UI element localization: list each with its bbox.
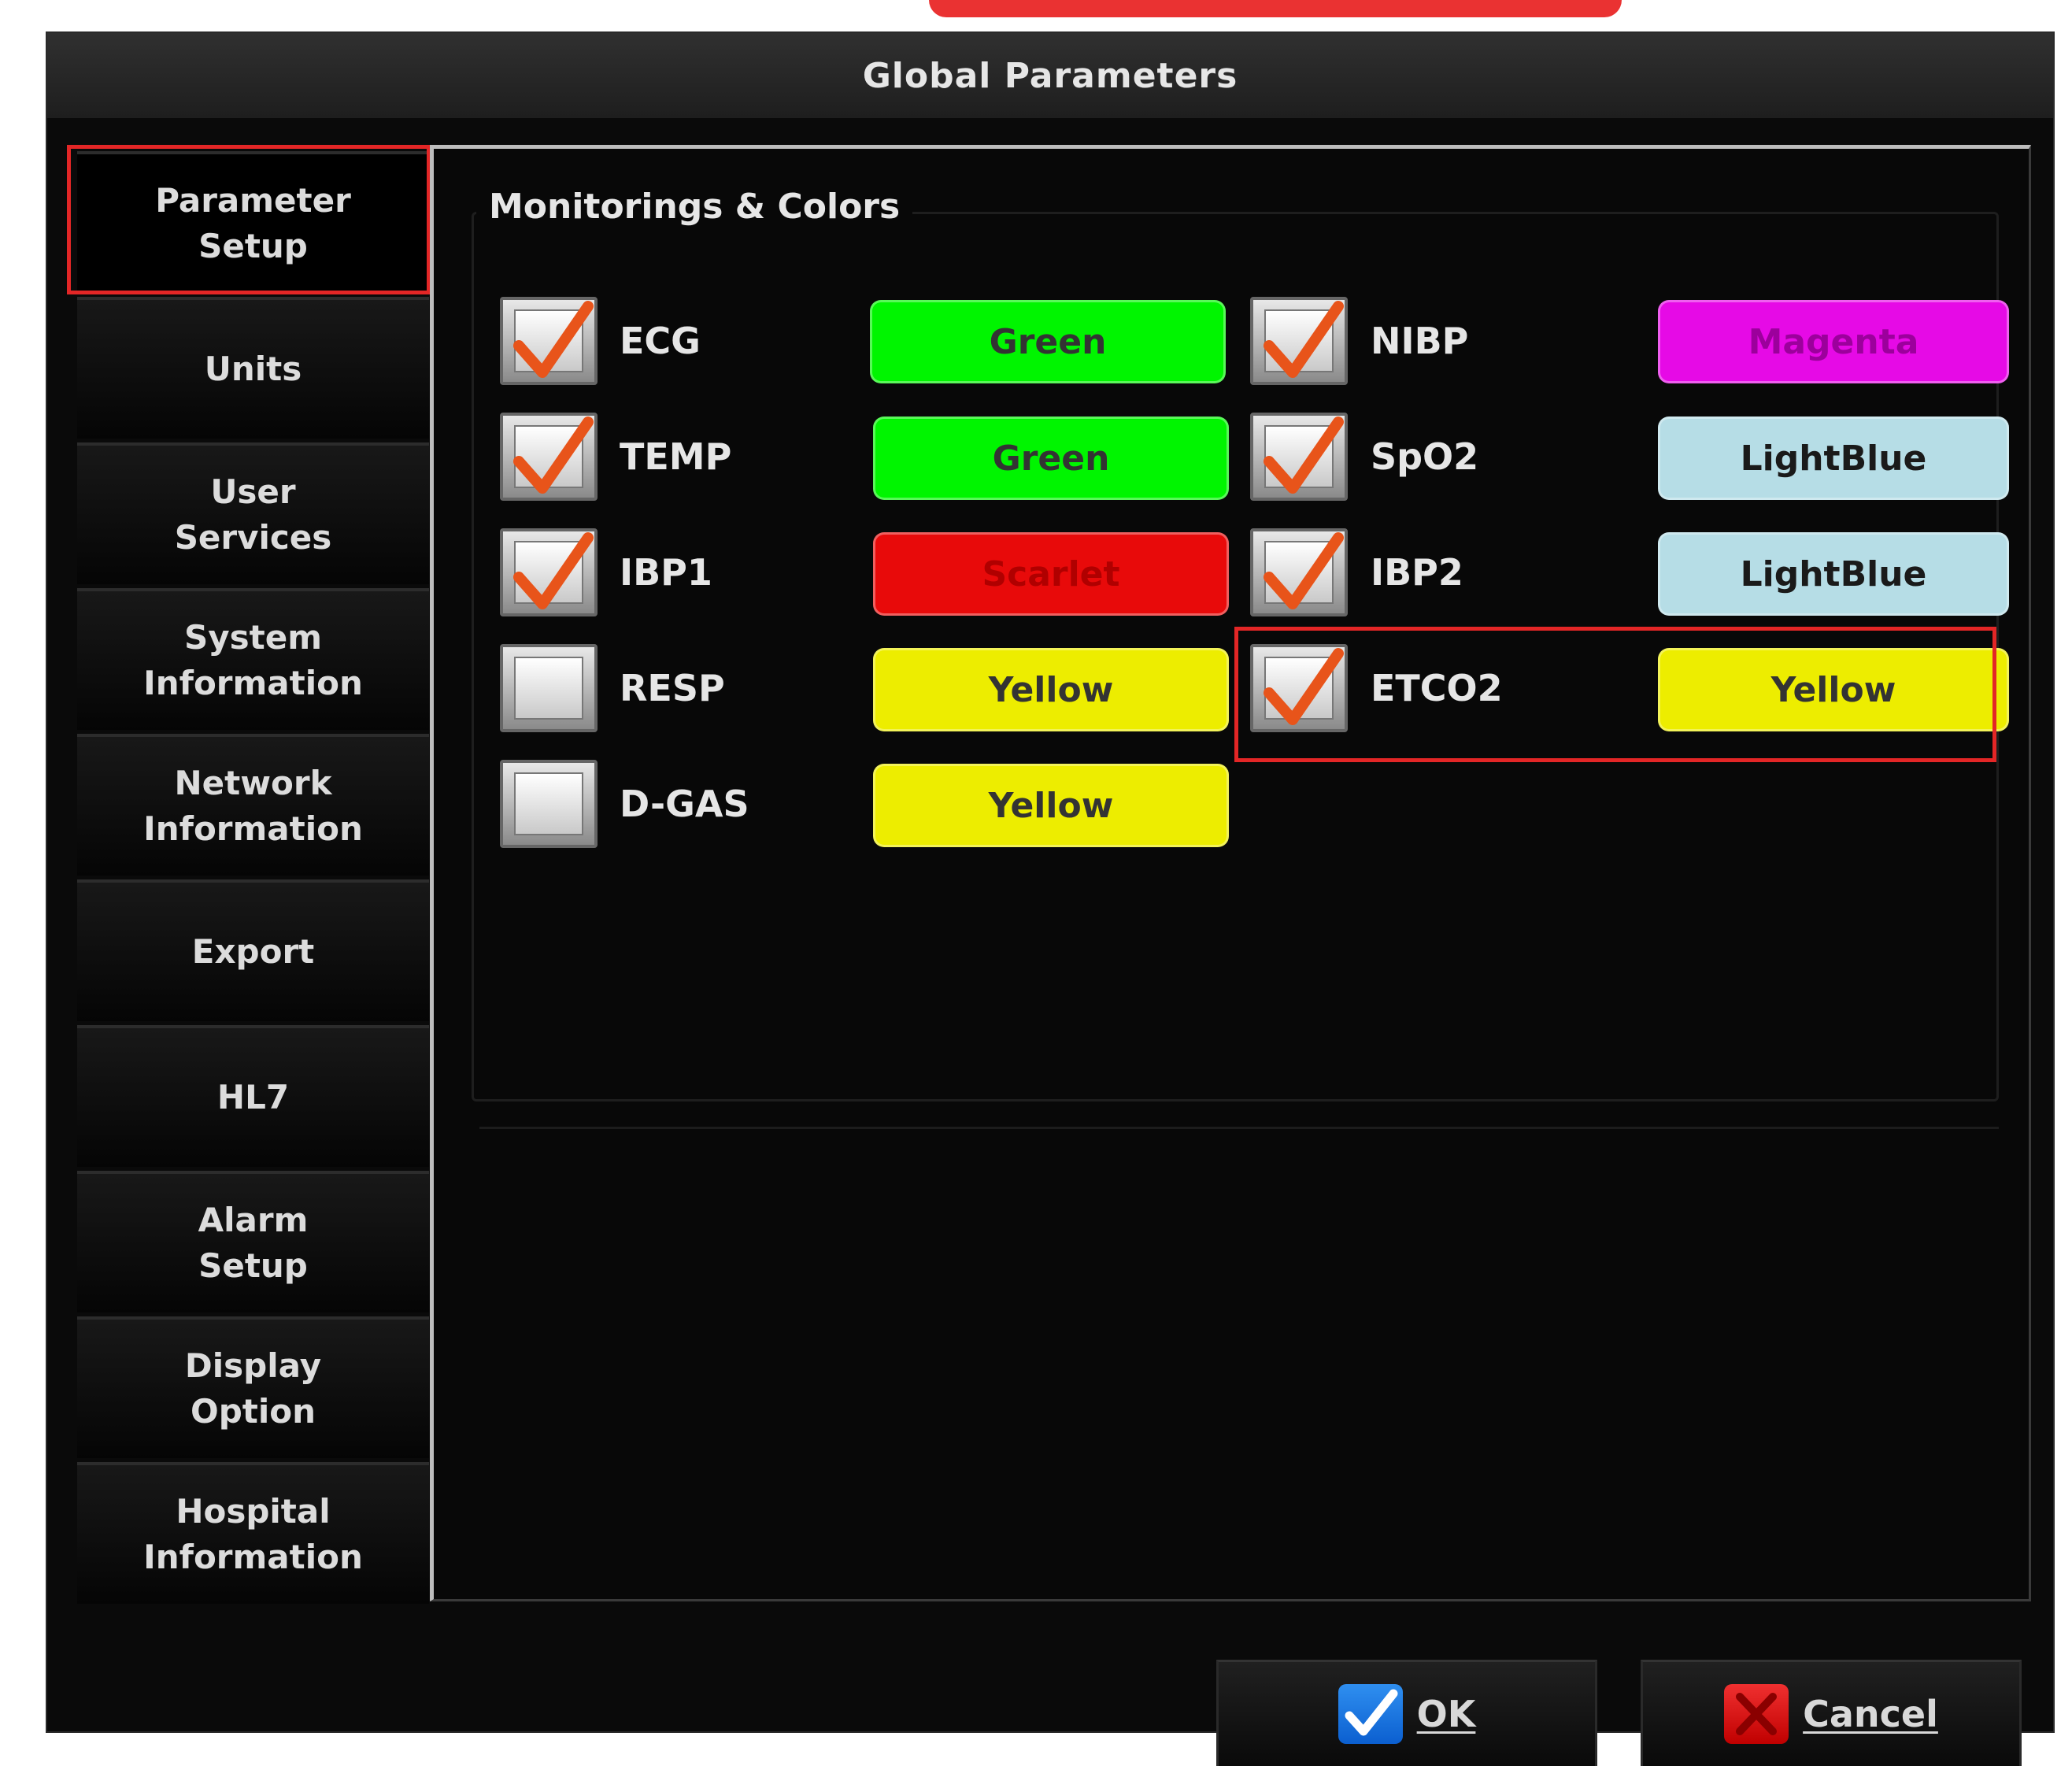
top-red-strip bbox=[929, 0, 1622, 17]
ok-label: OK bbox=[1416, 1693, 1476, 1735]
checkmark-icon bbox=[1264, 532, 1344, 609]
sidebar-item-units[interactable]: Units bbox=[77, 297, 429, 439]
checkmark-icon bbox=[1264, 648, 1344, 725]
sidebar-item-network-information[interactable]: Network Information bbox=[77, 734, 429, 876]
window-title: Global Parameters bbox=[47, 33, 2053, 118]
checkbox-ibp2[interactable] bbox=[1250, 528, 1348, 616]
sidebar-item-label: HL7 bbox=[216, 1078, 290, 1116]
param-label-ecg: ECG bbox=[620, 320, 701, 362]
sidebar-item-label: Parameter Setup bbox=[155, 181, 351, 265]
param-label-nibp: NIBP bbox=[1371, 320, 1469, 362]
param-label-ibp2: IBP2 bbox=[1371, 551, 1463, 594]
color-button-dgas[interactable]: Yellow bbox=[873, 764, 1229, 847]
color-button-ibp2[interactable]: LightBlue bbox=[1658, 532, 2009, 616]
check-icon bbox=[1338, 1684, 1403, 1744]
sidebar-item-export[interactable]: Export bbox=[77, 879, 429, 1021]
param-label-ibp1: IBP1 bbox=[620, 551, 712, 594]
color-button-ecg[interactable]: Green bbox=[870, 300, 1226, 383]
checkbox-etco2[interactable] bbox=[1250, 644, 1348, 732]
sidebar-item-label: Export bbox=[191, 932, 315, 971]
checkbox-dgas[interactable] bbox=[500, 760, 598, 848]
sidebar-item-alarm-setup[interactable]: Alarm Setup bbox=[77, 1171, 429, 1312]
checkbox-spo2[interactable] bbox=[1250, 413, 1348, 501]
cancel-label: Cancel bbox=[1803, 1693, 1938, 1735]
checkmark-icon bbox=[1264, 301, 1344, 378]
sidebar-item-label: Display Option bbox=[184, 1346, 322, 1431]
color-button-etco2[interactable]: Yellow bbox=[1658, 648, 2009, 731]
checkbox-temp[interactable] bbox=[500, 413, 598, 501]
param-label-spo2: SpO2 bbox=[1371, 435, 1479, 478]
color-button-resp[interactable]: Yellow bbox=[873, 648, 1229, 731]
param-label-resp: RESP bbox=[620, 667, 725, 709]
checkmark-icon bbox=[1264, 417, 1344, 494]
sidebar-item-label: Network Information bbox=[143, 764, 363, 848]
sidebar-item-label: System Information bbox=[143, 618, 363, 702]
checkbox-ecg[interactable] bbox=[500, 297, 598, 385]
sidebar-item-hospital-information[interactable]: Hospital Information bbox=[77, 1462, 429, 1604]
color-button-spo2[interactable]: LightBlue bbox=[1658, 417, 2009, 500]
close-icon bbox=[1724, 1684, 1789, 1744]
param-label-temp: TEMP bbox=[620, 435, 732, 478]
sidebar-item-parameter-setup[interactable]: Parameter Setup bbox=[77, 151, 429, 293]
checkmark-icon bbox=[513, 417, 594, 494]
cancel-button[interactable]: Cancel bbox=[1641, 1660, 2022, 1766]
sidebar-item-label: Hospital Information bbox=[143, 1492, 363, 1576]
param-label-etco2: ETCO2 bbox=[1371, 667, 1503, 709]
content-divider bbox=[479, 1127, 1999, 1129]
color-button-temp[interactable]: Green bbox=[873, 417, 1229, 500]
checkbox-nibp[interactable] bbox=[1250, 297, 1348, 385]
group-title: Monitorings & Colors bbox=[476, 187, 913, 227]
sidebar-item-label: Units bbox=[204, 350, 302, 388]
checkmark-icon bbox=[513, 532, 594, 609]
content-panel: Monitorings & Colors ECG Green TEMP Gree… bbox=[430, 145, 2031, 1601]
color-button-nibp[interactable]: Magenta bbox=[1658, 300, 2009, 383]
param-label-dgas: D-GAS bbox=[620, 783, 749, 825]
global-parameters-window: Global Parameters Parameter Setup Units … bbox=[46, 31, 2055, 1766]
sidebar-item-user-services[interactable]: User Services bbox=[77, 442, 429, 584]
checkbox-ibp1[interactable] bbox=[500, 528, 598, 616]
sidebar-item-display-option[interactable]: Display Option bbox=[77, 1316, 429, 1458]
color-button-ibp1[interactable]: Scarlet bbox=[873, 532, 1229, 616]
checkbox-resp[interactable] bbox=[500, 644, 598, 732]
sidebar-item-label: Alarm Setup bbox=[198, 1201, 309, 1285]
sidebar-item-hl7[interactable]: HL7 bbox=[77, 1025, 429, 1167]
ok-button[interactable]: OK bbox=[1216, 1660, 1597, 1766]
sidebar-item-system-information[interactable]: System Information bbox=[77, 588, 429, 730]
checkmark-icon bbox=[513, 301, 594, 378]
sidebar-item-label: User Services bbox=[174, 472, 332, 557]
